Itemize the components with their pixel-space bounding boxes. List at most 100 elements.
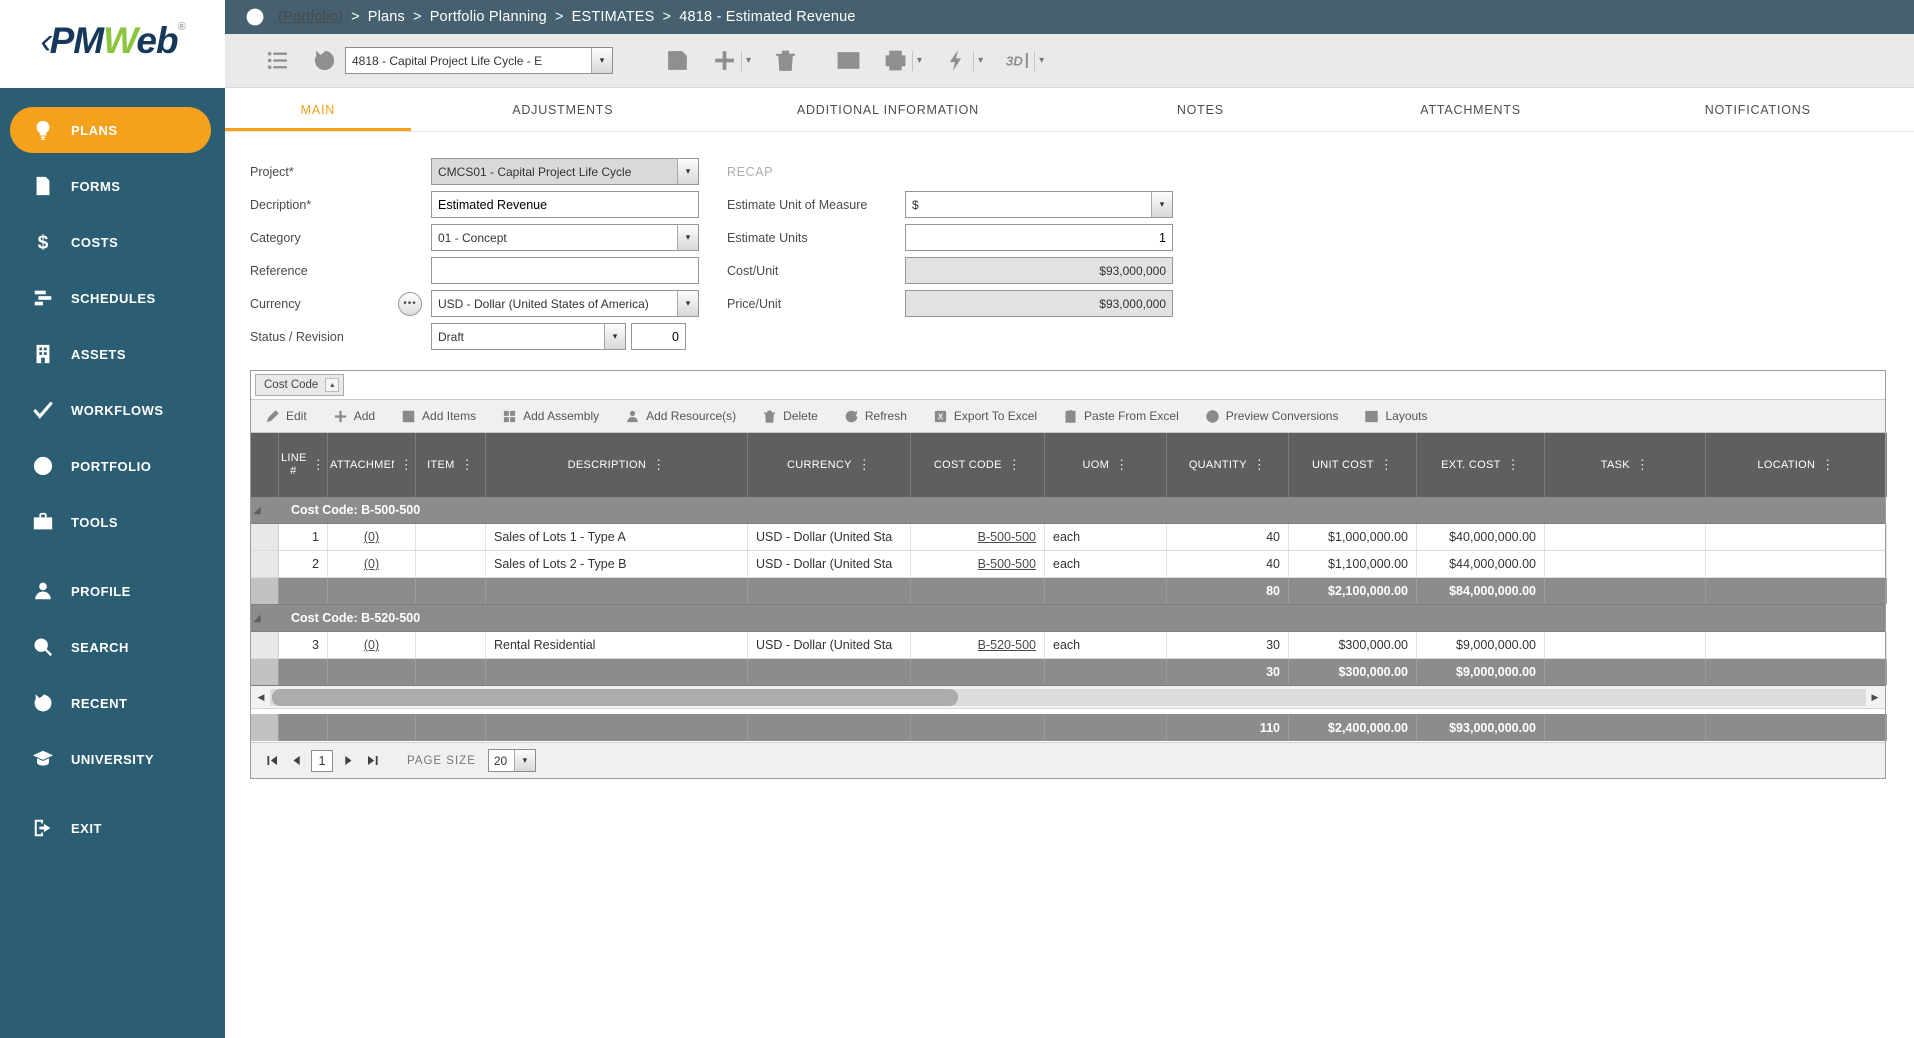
history-button[interactable] bbox=[312, 48, 337, 73]
add-items-button[interactable]: Add Items bbox=[401, 409, 476, 424]
column-menu-icon[interactable]: ⋮ bbox=[1008, 457, 1021, 473]
sidebar-item-portfolio[interactable]: PORTFOLIO bbox=[0, 438, 225, 494]
preview-conversions-button[interactable]: $Preview Conversions bbox=[1205, 409, 1339, 424]
sidebar-item-search[interactable]: SEARCH bbox=[0, 619, 225, 675]
record-selector[interactable]: 4818 - Capital Project Life Cycle - E ▾ bbox=[345, 47, 613, 74]
reference-input[interactable] bbox=[432, 258, 698, 283]
scroll-right-icon[interactable]: ▶ bbox=[1866, 689, 1884, 706]
workflow-actions-button[interactable]: ▾ bbox=[944, 48, 983, 73]
scrollbar-thumb[interactable] bbox=[272, 689, 958, 706]
paste-from-excel-button[interactable]: Paste From Excel bbox=[1063, 409, 1179, 424]
tab-notifications[interactable]: NOTIFICATIONS bbox=[1601, 88, 1913, 131]
caret-down-icon[interactable]: ▾ bbox=[746, 55, 751, 66]
caret-down-icon[interactable]: ▾ bbox=[917, 55, 922, 66]
cost-code-link[interactable]: B-500-500 bbox=[978, 530, 1036, 544]
grid-row[interactable]: 1(0)Sales of Lots 1 - Type AUSD - Dollar… bbox=[251, 524, 1885, 551]
chevron-down-icon[interactable]: ▾ bbox=[604, 324, 625, 349]
sidebar-item-forms[interactable]: FORMS bbox=[0, 158, 225, 214]
column-header-item[interactable]: ITEM⋮ bbox=[416, 433, 486, 497]
column-menu-icon[interactable]: ⋮ bbox=[1253, 457, 1266, 473]
breadcrumb-item[interactable]: (Portfolio) bbox=[278, 9, 343, 25]
next-page-button[interactable] bbox=[339, 752, 357, 770]
column-header-location[interactable]: LOCATION⋮ bbox=[1706, 433, 1887, 497]
tab-attachments[interactable]: ATTACHMENTS bbox=[1340, 88, 1602, 131]
cost-code-link[interactable]: B-500-500 bbox=[978, 557, 1036, 571]
sidebar-item-profile[interactable]: PROFILE bbox=[0, 563, 225, 619]
sidebar-item-exit[interactable]: EXIT bbox=[0, 800, 225, 856]
first-page-button[interactable] bbox=[263, 752, 281, 770]
add-assembly-button[interactable]: Add Assembly bbox=[502, 409, 599, 424]
column-header-cost_code[interactable]: COST CODE⋮ bbox=[911, 433, 1045, 497]
delete-button[interactable]: Delete bbox=[762, 409, 818, 424]
last-page-button[interactable] bbox=[363, 752, 381, 770]
price-unit-field[interactable]: $93,000,000 bbox=[905, 290, 1173, 317]
sidebar-item-costs[interactable]: $COSTS bbox=[0, 214, 225, 270]
prev-page-button[interactable] bbox=[287, 752, 305, 770]
pmweb-logo[interactable]: ‹PMWeb® bbox=[0, 0, 225, 88]
column-menu-icon[interactable]: ⋮ bbox=[652, 457, 665, 473]
tab-main[interactable]: MAIN bbox=[225, 88, 411, 131]
group-header-row[interactable]: ◢Cost Code: B-520-500 bbox=[251, 605, 1885, 632]
group-header-row[interactable]: ◢Cost Code: B-500-500 bbox=[251, 497, 1885, 524]
sidebar-item-assets[interactable]: ASSETS bbox=[0, 326, 225, 382]
column-menu-icon[interactable]: ⋮ bbox=[1115, 457, 1128, 473]
row-handle[interactable] bbox=[251, 632, 279, 658]
records-list-button[interactable] bbox=[265, 48, 290, 73]
column-header-quantity[interactable]: QUANTITY⋮ bbox=[1167, 433, 1289, 497]
project-select[interactable]: CMCS01 - Capital Project Life Cycle▾ bbox=[431, 158, 699, 185]
tab-additional-information[interactable]: ADDITIONAL INFORMATION bbox=[715, 88, 1061, 131]
group-chip-cost-code[interactable]: Cost Code ▲ bbox=[255, 374, 344, 396]
sidebar-item-tools[interactable]: TOOLS bbox=[0, 494, 225, 550]
sidebar-item-schedules[interactable]: SCHEDULES bbox=[0, 270, 225, 326]
column-menu-icon[interactable]: ⋮ bbox=[312, 457, 325, 473]
column-menu-icon[interactable]: ⋮ bbox=[1821, 457, 1834, 473]
status-revision-select[interactable]: Draft▾ bbox=[431, 323, 626, 350]
currency-select[interactable]: USD - Dollar (United States of America)▾ bbox=[431, 290, 699, 317]
column-menu-icon[interactable]: ⋮ bbox=[1507, 457, 1520, 473]
sidebar-item-recent[interactable]: RECENT bbox=[0, 675, 225, 731]
category-select[interactable]: 01 - Concept▾ bbox=[431, 224, 699, 251]
chevron-down-icon[interactable]: ▾ bbox=[677, 291, 698, 316]
refresh-button[interactable]: Refresh bbox=[844, 409, 907, 424]
column-header-ext_cost[interactable]: EXT. COST⋮ bbox=[1417, 433, 1545, 497]
add-button[interactable]: Add bbox=[333, 409, 375, 424]
scrollbar-track[interactable] bbox=[270, 689, 1866, 706]
column-menu-icon[interactable]: ⋮ bbox=[1636, 457, 1649, 473]
column-menu-icon[interactable]: ⋮ bbox=[858, 457, 871, 473]
column-menu-icon[interactable]: ⋮ bbox=[1380, 457, 1393, 473]
cost-code-link[interactable]: B-520-500 bbox=[978, 638, 1036, 652]
horizontal-scrollbar[interactable]: ◀ ▶ bbox=[251, 686, 1885, 709]
page-size-select[interactable]: 20 ▾ bbox=[488, 749, 536, 772]
cost-unit-field[interactable]: $93,000,000 bbox=[905, 257, 1173, 284]
chevron-down-icon[interactable]: ▾ bbox=[514, 750, 535, 771]
delete-button[interactable] bbox=[773, 48, 798, 73]
tab-adjustments[interactable]: ADJUSTMENTS bbox=[411, 88, 715, 131]
reference-field[interactable] bbox=[431, 257, 699, 284]
add-resource-s-button[interactable]: Add Resource(s) bbox=[625, 409, 736, 424]
decription-field[interactable] bbox=[431, 191, 699, 218]
grid-row[interactable]: 2(0)Sales of Lots 2 - Type BUSD - Dollar… bbox=[251, 551, 1885, 578]
row-handle[interactable] bbox=[251, 551, 279, 577]
chevron-down-icon[interactable]: ▾ bbox=[677, 159, 698, 184]
column-header-currency[interactable]: CURRENCY⋮ bbox=[748, 433, 911, 497]
column-header-attachment[interactable]: ATTACHMENT⋮ bbox=[328, 433, 416, 497]
attachment-link[interactable]: (0) bbox=[364, 530, 379, 544]
edit-button[interactable]: Edit bbox=[265, 409, 307, 424]
row-handle[interactable] bbox=[251, 524, 279, 550]
layouts-button[interactable]: Layouts bbox=[1364, 409, 1427, 424]
decription-input[interactable] bbox=[432, 192, 698, 217]
revision-field[interactable] bbox=[631, 323, 686, 350]
chevron-down-icon[interactable]: ▾ bbox=[591, 48, 612, 73]
grid-row[interactable]: 3(0)Rental ResidentialUSD - Dollar (Unit… bbox=[251, 632, 1885, 659]
revision-input[interactable] bbox=[632, 324, 685, 349]
column-menu-icon[interactable]: ⋮ bbox=[461, 457, 474, 473]
print-button[interactable]: ▾ bbox=[883, 48, 922, 73]
save-button[interactable] bbox=[665, 48, 690, 73]
group-expand-icon[interactable]: ◢ bbox=[251, 605, 279, 631]
column-header-task[interactable]: TASK⋮ bbox=[1545, 433, 1706, 497]
column-header-uom[interactable]: UOM⋮ bbox=[1045, 433, 1167, 497]
group-expand-icon[interactable]: ◢ bbox=[251, 497, 279, 523]
add-button[interactable]: ▾ bbox=[712, 48, 751, 73]
sidebar-item-plans[interactable]: PLANS bbox=[10, 107, 211, 153]
scroll-left-icon[interactable]: ◀ bbox=[252, 689, 270, 706]
